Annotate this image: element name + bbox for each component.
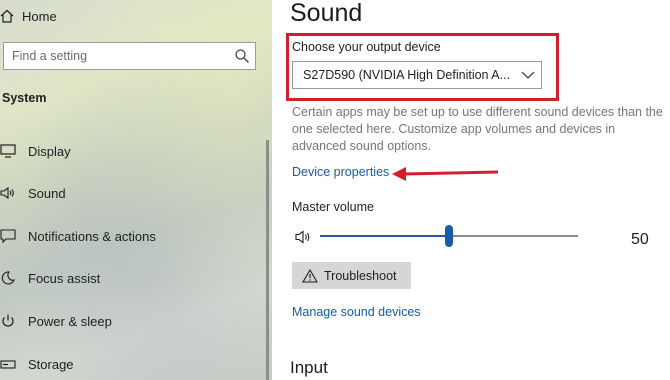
sidebar-scrollbar[interactable]: [266, 140, 269, 380]
sidebar-item-focus-assist[interactable]: Focus assist: [0, 267, 100, 289]
sidebar-item-power-sleep[interactable]: Power & sleep: [0, 310, 112, 332]
troubleshoot-button[interactable]: Troubleshoot: [292, 262, 411, 289]
section-title: System: [2, 91, 47, 105]
sidebar-item-notifications[interactable]: Notifications & actions: [0, 225, 156, 247]
storage-icon: [0, 355, 28, 373]
sidebar-item-storage[interactable]: Storage: [0, 353, 74, 375]
troubleshoot-label: Troubleshoot: [324, 268, 397, 283]
output-device-dropdown[interactable]: S27D590 (NVIDIA High Definition A...: [292, 61, 542, 89]
output-device-value: S27D590 (NVIDIA High Definition A...: [303, 68, 511, 82]
warning-icon: [302, 268, 318, 283]
input-section-heading: Input: [290, 358, 328, 377]
display-icon: [0, 142, 28, 160]
speaker-icon[interactable]: [295, 229, 313, 245]
sidebar-item-label: Focus assist: [28, 270, 101, 286]
sidebar-item-label: Sound: [28, 185, 66, 201]
sidebar-item-label: Display: [28, 143, 71, 159]
focus-assist-icon: [0, 269, 28, 287]
power-icon: [0, 312, 28, 330]
notifications-icon: [0, 227, 28, 245]
main-content: Sound Choose your output device S27D590 …: [272, 0, 670, 380]
master-volume-value: 50: [631, 231, 649, 248]
nav-home[interactable]: Home: [0, 6, 57, 26]
sidebar-item-display[interactable]: Display: [0, 140, 71, 162]
sidebar-item-label: Storage: [28, 356, 74, 372]
search-input[interactable]: Find a setting: [12, 49, 87, 63]
sound-icon: [0, 184, 28, 202]
manage-sound-devices-link[interactable]: Manage sound devices: [292, 305, 421, 319]
device-properties-link[interactable]: Device properties: [292, 165, 389, 179]
home-icon: [0, 9, 22, 23]
search-box[interactable]: Find a setting: [3, 42, 256, 70]
output-description: Certain apps may be set up to use differ…: [292, 105, 663, 153]
search-icon[interactable]: [234, 48, 250, 64]
sidebar-item-sound[interactable]: Sound: [0, 182, 66, 204]
output-device-label: Choose your output device: [292, 40, 441, 54]
master-volume-slider[interactable]: [320, 225, 578, 247]
sidebar: Home Find a setting System Display Sound…: [0, 0, 272, 380]
page-title: Sound: [290, 0, 363, 27]
slider-thumb[interactable]: [445, 225, 453, 247]
master-volume-label: Master volume: [292, 200, 374, 214]
red-arrow-annotation: [392, 167, 499, 181]
sidebar-item-label: Notifications & actions: [28, 228, 156, 244]
nav-home-label: Home: [22, 8, 57, 24]
sidebar-item-label: Power & sleep: [28, 313, 112, 329]
slider-fill: [320, 235, 449, 237]
chevron-down-icon: [521, 71, 535, 79]
